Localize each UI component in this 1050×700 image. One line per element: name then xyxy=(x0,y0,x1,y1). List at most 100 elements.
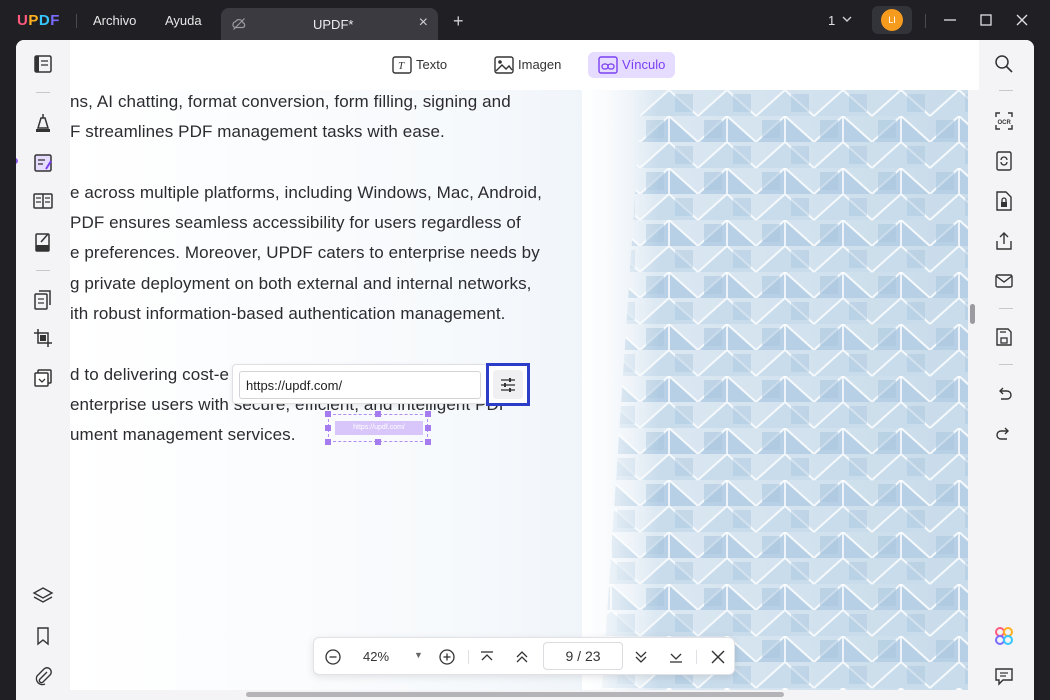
compress-icon[interactable] xyxy=(32,367,54,389)
resize-handle[interactable] xyxy=(375,439,381,445)
divider xyxy=(76,14,77,28)
divider xyxy=(999,364,1013,365)
resize-handle[interactable] xyxy=(425,439,431,445)
text-line: ns, AI chatting, format conversion, form… xyxy=(70,92,511,111)
resize-handle[interactable] xyxy=(325,411,331,417)
redo-icon[interactable] xyxy=(993,423,1015,445)
text-tool-icon: T xyxy=(392,56,412,74)
add-image-button[interactable]: Imagen xyxy=(484,52,571,78)
edit-pdf-icon[interactable] xyxy=(32,152,54,174)
email-icon[interactable] xyxy=(993,270,1015,292)
divider xyxy=(696,650,697,664)
logo-letter-p: P xyxy=(28,12,39,29)
new-tab-icon[interactable]: + xyxy=(453,11,464,32)
resize-handle[interactable] xyxy=(425,425,431,431)
protect-icon[interactable] xyxy=(993,190,1015,212)
page-indicator[interactable]: 1 xyxy=(828,13,835,28)
page-separator: / xyxy=(577,648,582,664)
text-line: ument management services. xyxy=(70,425,296,444)
text-tool-label: Texto xyxy=(416,57,448,72)
comment-icon[interactable] xyxy=(32,112,54,134)
fill-sign-icon[interactable] xyxy=(32,231,54,253)
link-tool-label: Vínculo xyxy=(622,57,666,72)
menu-help[interactable]: Ayuda xyxy=(165,13,202,28)
text-line: e across multiple platforms, including W… xyxy=(70,183,542,202)
svg-text:OCR: OCR xyxy=(998,120,1012,126)
undo-icon[interactable] xyxy=(993,383,1015,405)
zoom-dropdown-icon[interactable]: ▼ xyxy=(414,650,423,660)
add-text-button[interactable]: T Texto xyxy=(382,52,457,78)
logo-letter-u: U xyxy=(17,12,29,29)
edit-toolbar: T Texto Imagen Vínculo xyxy=(70,40,979,90)
document-tab[interactable]: UPDF* × xyxy=(221,8,438,40)
divider xyxy=(999,308,1013,309)
divider xyxy=(36,92,50,93)
ocr-icon[interactable]: OCR xyxy=(993,110,1015,132)
link-url-input[interactable] xyxy=(239,371,481,399)
crop-icon[interactable] xyxy=(32,327,54,349)
add-link-button[interactable]: Vínculo xyxy=(588,52,676,78)
bookmark-icon[interactable] xyxy=(32,625,54,647)
link-tool-icon xyxy=(598,56,618,74)
active-indicator xyxy=(16,158,18,164)
text-line: e preferences. Moreover, UPDF caters to … xyxy=(70,243,540,262)
minimize-icon[interactable] xyxy=(940,10,960,30)
vertical-scrollbar[interactable] xyxy=(970,304,975,324)
divider xyxy=(36,270,50,271)
resize-handle[interactable] xyxy=(325,439,331,445)
organize-pages-icon[interactable] xyxy=(32,190,54,212)
image-tool-icon xyxy=(494,56,514,74)
total-pages: 23 xyxy=(584,648,601,664)
link-annotation[interactable]: https://updf.com/ xyxy=(328,414,428,442)
chevron-down-icon[interactable] xyxy=(841,13,853,25)
convert-icon[interactable] xyxy=(32,289,54,311)
close-window-icon[interactable] xyxy=(1012,10,1032,30)
image-tool-label: Imagen xyxy=(518,57,562,72)
zoom-level[interactable]: 42% xyxy=(363,649,389,664)
zoom-out-icon[interactable] xyxy=(324,648,342,666)
save-icon[interactable] xyxy=(993,326,1015,348)
first-page-icon[interactable] xyxy=(478,648,496,666)
zoom-navigation-bar: 42% ▼ 9 / 23 xyxy=(313,637,735,675)
maximize-icon[interactable] xyxy=(976,10,996,30)
right-toolbar: OCR xyxy=(979,40,1034,700)
attachment-icon[interactable] xyxy=(32,665,54,687)
text-line: d to delivering cost-e xyxy=(70,365,230,384)
zoom-in-icon[interactable] xyxy=(438,648,456,666)
reader-icon[interactable] xyxy=(32,53,54,75)
comment-panel-icon[interactable] xyxy=(993,665,1015,687)
avatar-initials: LI xyxy=(881,9,903,31)
page-number-box[interactable]: 9 / 23 xyxy=(543,642,623,670)
divider xyxy=(999,90,1013,91)
link-annotation-text: https://updf.com/ xyxy=(335,421,423,435)
horizontal-scrollbar[interactable] xyxy=(246,692,784,697)
text-line: PDF ensures seamless accessibility for u… xyxy=(70,213,521,232)
title-bar: UPDF Archivo Ayuda UPDF* × + 1 LI xyxy=(0,0,1050,40)
search-icon[interactable] xyxy=(993,53,1015,75)
text-line: ith robust information-based authenticat… xyxy=(70,304,506,323)
link-settings-button-inner xyxy=(493,370,523,399)
share-icon[interactable] xyxy=(993,230,1015,252)
logo-letter-f: F xyxy=(50,12,60,29)
text-line: g private deployment on both external an… xyxy=(70,274,532,293)
tab-title: UPDF* xyxy=(313,17,354,32)
convert-icon[interactable] xyxy=(993,150,1015,172)
menu-file[interactable]: Archivo xyxy=(93,13,136,28)
next-page-icon[interactable] xyxy=(632,648,650,666)
previous-page-icon[interactable] xyxy=(513,648,531,666)
current-page: 9 xyxy=(565,648,574,664)
cloud-off-icon xyxy=(232,18,246,30)
left-toolbar xyxy=(16,40,70,700)
resize-handle[interactable] xyxy=(325,425,331,431)
resize-handle[interactable] xyxy=(425,411,431,417)
building-image[interactable] xyxy=(582,90,968,690)
close-icon[interactable] xyxy=(709,648,727,666)
resize-handle[interactable] xyxy=(375,411,381,417)
layers-icon[interactable] xyxy=(32,585,54,607)
link-settings-button[interactable] xyxy=(486,363,530,406)
tab-close-icon[interactable]: × xyxy=(419,14,428,32)
avatar[interactable]: LI xyxy=(872,6,912,34)
ai-assistant-icon[interactable] xyxy=(993,625,1015,647)
last-page-icon[interactable] xyxy=(667,648,685,666)
divider xyxy=(925,14,926,28)
